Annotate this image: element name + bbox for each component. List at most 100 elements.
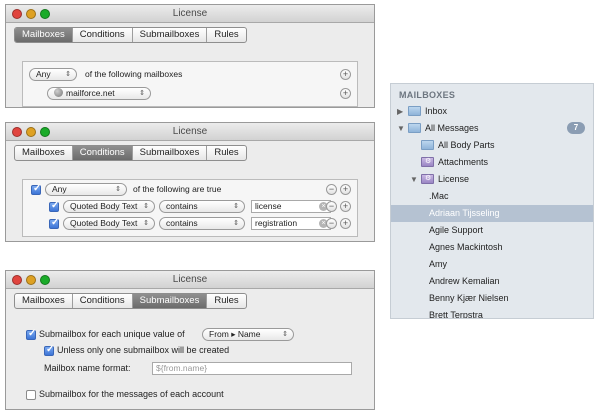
match-any-popup[interactable]: Any ⇕ <box>29 68 77 81</box>
sidebar-item-agile-support[interactable]: Agile Support <box>391 222 593 239</box>
tab-bar: Mailboxes Conditions Submailboxes Rules <box>14 293 247 309</box>
sidebar-item-amy[interactable]: Amy <box>391 256 593 273</box>
sidebar-item-label: Agnes Mackintosh <box>429 242 503 252</box>
sidebar-item-label: .Mac <box>429 191 449 201</box>
condition-field-popup[interactable]: Quoted Body Text ⇕ <box>63 200 155 213</box>
sidebar-item-agnes-mackintosh[interactable]: Agnes Mackintosh <box>391 239 593 256</box>
remove-condition-button[interactable]: − <box>326 201 337 212</box>
title-bar: License <box>6 5 374 23</box>
mailbox-row: mailforce.net ⇕ + <box>23 87 357 103</box>
sidebar-item-license[interactable]: ▼ ⚙ License <box>391 171 593 188</box>
sidebar-item-brett-terpstra[interactable]: Brett Terpstra <box>391 307 593 318</box>
add-mailbox-button[interactable]: + <box>340 88 351 99</box>
tab-mailboxes[interactable]: Mailboxes <box>15 294 73 308</box>
sidebar-item-andrew-kemalian[interactable]: Andrew Kemalian <box>391 273 593 290</box>
folder-icon <box>421 140 434 150</box>
popup-arrows-icon: ⇕ <box>143 203 149 210</box>
smart-mailbox-window-conditions: License Mailboxes Conditions Submailboxe… <box>5 122 375 242</box>
popup-arrows-icon: ⇕ <box>139 90 145 97</box>
condition-value-field[interactable]: license × <box>251 200 331 213</box>
tab-rules[interactable]: Rules <box>207 294 245 308</box>
match-enabled-checkbox[interactable] <box>31 183 41 195</box>
unique-value-label: Submailbox for each unique value of <box>39 329 185 339</box>
tab-conditions[interactable]: Conditions <box>72 146 133 160</box>
condition-enabled-checkbox[interactable] <box>49 217 59 229</box>
sidebar-item-mac[interactable]: .Mac <box>391 188 593 205</box>
sidebar-item-all-body-parts[interactable]: All Body Parts <box>391 137 593 154</box>
popup-arrows-icon: ⇕ <box>233 203 239 210</box>
tab-conditions[interactable]: Conditions <box>73 28 133 42</box>
condition-operator-popup[interactable]: contains ⇕ <box>159 217 245 230</box>
sidebar-item-label: Agile Support <box>429 225 484 235</box>
disclosure-open-icon[interactable]: ▼ <box>397 120 405 137</box>
unless-one-checkbox[interactable] <box>44 344 54 356</box>
sidebar-item-label: All Messages <box>425 123 479 133</box>
window-title: License <box>172 8 208 19</box>
sidebar-item-inbox[interactable]: ▶ Inbox <box>391 103 593 120</box>
tab-mailboxes[interactable]: Mailboxes <box>15 28 73 42</box>
name-format-label: Mailbox name format: <box>44 363 131 373</box>
unique-value-checkbox[interactable] <box>26 328 36 340</box>
disclosure-closed-icon[interactable]: ▶ <box>397 103 403 120</box>
mailboxes-sidebar: MAILBOXES ▶ Inbox ▼ All Messages 7 All B… <box>390 83 594 319</box>
tab-submailboxes[interactable]: Submailboxes <box>133 28 208 42</box>
add-condition-button[interactable]: + <box>340 218 351 229</box>
tab-submailboxes[interactable]: Submailboxes <box>133 146 208 160</box>
add-condition-button[interactable]: + <box>340 201 351 212</box>
match-description: of the following are true <box>133 184 222 194</box>
condition-row: Quoted Body Text ⇕ contains ⇕ license × … <box>23 200 357 216</box>
condition-field-popup[interactable]: Quoted Body Text ⇕ <box>63 217 155 230</box>
tab-rules[interactable]: Rules <box>207 28 245 42</box>
match-any-value: Any <box>52 184 67 194</box>
popup-arrows-icon: ⇕ <box>115 186 121 193</box>
sidebar-item-label: Amy <box>429 259 447 269</box>
match-any-value: Any <box>36 69 51 79</box>
name-format-field[interactable]: ${from.name} <box>152 362 352 375</box>
unique-value-popup[interactable]: From ▸ Name ⇕ <box>202 328 294 341</box>
unread-count-badge: 7 <box>567 122 585 134</box>
tab-rules[interactable]: Rules <box>207 146 245 160</box>
sidebar-header: MAILBOXES <box>399 90 456 100</box>
title-bar: License <box>6 271 374 289</box>
tab-bar: Mailboxes Conditions Submailboxes Rules <box>14 145 247 161</box>
match-row: Any ⇕ of the following mailboxes + <box>23 68 357 84</box>
remove-row-button[interactable]: − <box>326 184 337 195</box>
popup-arrows-icon: ⇕ <box>233 220 239 227</box>
remove-condition-button[interactable]: − <box>326 218 337 229</box>
condition-enabled-checkbox[interactable] <box>49 200 59 212</box>
tab-bar: Mailboxes Conditions Submailboxes Rules <box>14 27 247 43</box>
folder-icon <box>408 123 421 133</box>
sidebar-item-label: Andrew Kemalian <box>429 276 500 286</box>
smart-mailbox-window-mailboxes: License Mailboxes Conditions Submailboxe… <box>5 4 375 108</box>
each-account-label: Submailbox for the messages of each acco… <box>39 389 224 399</box>
folder-icon <box>408 106 421 116</box>
tab-submailboxes[interactable]: Submailboxes <box>132 294 208 308</box>
condition-field-value: Quoted Body Text <box>70 218 138 228</box>
condition-value-field[interactable]: registration × <box>251 217 331 230</box>
sidebar-item-label: Benny Kjær Nielsen <box>429 293 509 303</box>
add-row-button[interactable]: + <box>340 184 351 195</box>
smart-mailbox-window-submailboxes: License Mailboxes Conditions Submailboxe… <box>5 270 375 410</box>
mailbox-popup[interactable]: mailforce.net ⇕ <box>47 87 151 100</box>
window-title: License <box>172 126 208 137</box>
add-row-button[interactable]: + <box>340 69 351 80</box>
disclosure-open-icon[interactable]: ▼ <box>410 171 418 188</box>
condition-value-text: registration <box>255 218 298 228</box>
sidebar-item-benny-kjaer-nielsen[interactable]: Benny Kjær Nielsen <box>391 290 593 307</box>
condition-operator-popup[interactable]: contains ⇕ <box>159 200 245 213</box>
each-account-checkbox[interactable] <box>26 390 36 400</box>
condition-operator-value: contains <box>166 218 198 228</box>
sidebar-item-adriaan-tijsseling[interactable]: Adriaan Tijsseling <box>391 205 593 222</box>
sidebar-item-label: License <box>438 174 470 184</box>
condition-row: Quoted Body Text ⇕ contains ⇕ registrati… <box>23 217 357 233</box>
sidebar-item-all-messages[interactable]: ▼ All Messages 7 <box>391 120 593 137</box>
conditions-box: Any ⇕ of the following are true − + Quot… <box>22 179 358 237</box>
sidebar-item-label: Adriaan Tijsseling <box>429 208 500 218</box>
unless-one-label: Unless only one submailbox will be creat… <box>57 345 230 355</box>
tab-mailboxes[interactable]: Mailboxes <box>15 146 73 160</box>
sidebar-item-attachments[interactable]: ⚙ Attachments <box>391 154 593 171</box>
smart-folder-icon: ⚙ <box>421 174 434 184</box>
globe-icon <box>54 88 63 97</box>
tab-conditions[interactable]: Conditions <box>73 294 133 308</box>
match-any-popup[interactable]: Any ⇕ <box>45 183 127 196</box>
